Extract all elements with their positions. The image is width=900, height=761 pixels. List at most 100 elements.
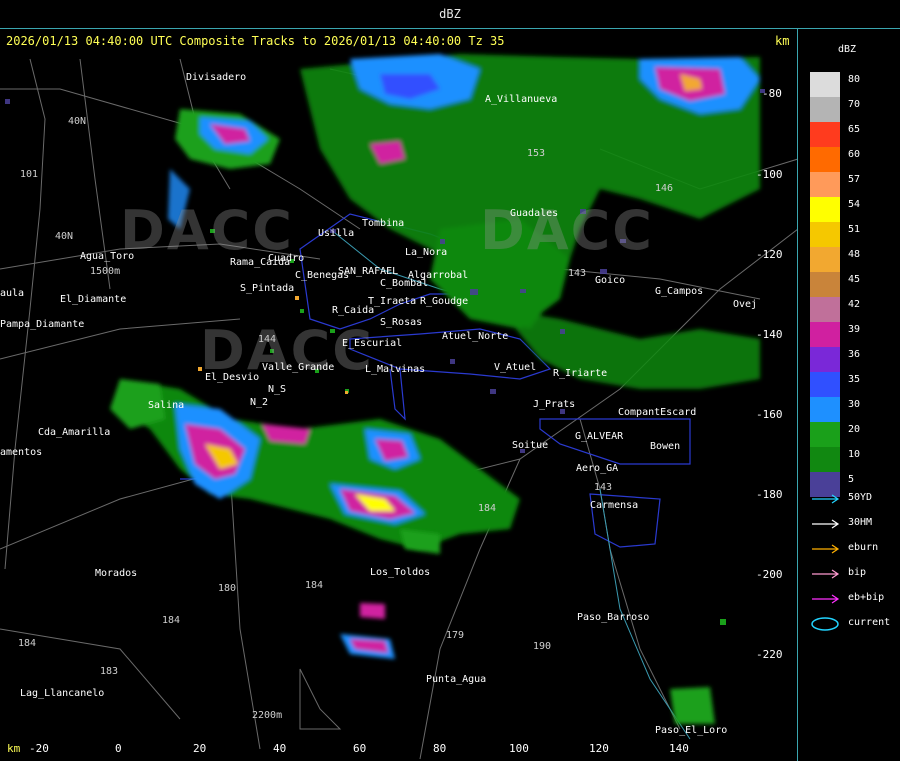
track-legend-label: eb+bip (848, 592, 885, 603)
x-tick: 120 (589, 742, 609, 755)
place-label: Divisadero (186, 72, 247, 83)
place-label: Salina (148, 400, 185, 411)
current-ellipse-icon (811, 617, 839, 631)
x-tick: 40 (273, 742, 287, 755)
place-label: Paso_Barroso (577, 612, 650, 623)
place-label: Paso_El_Loro (655, 725, 728, 736)
place-label: Carmensa (590, 500, 639, 511)
place-label: 146 (655, 183, 674, 194)
watermark-logo: DACC (480, 199, 654, 262)
track-legend-label: 30HM (848, 517, 873, 528)
place-label: Soitue (512, 440, 549, 451)
radar-map-canvas[interactable] (0, 29, 798, 761)
place-label: 101 (20, 169, 39, 180)
place-label: G_Campos (655, 286, 704, 297)
place-label: C_Bombal (380, 278, 429, 289)
place-label: 180 (218, 583, 237, 594)
map-title: 2026/01/13 04:40:00 UTC Composite Tracks… (6, 34, 505, 48)
place-label: aula (0, 288, 25, 299)
place-label: Pampa_Diamante (0, 319, 85, 330)
x-tick: 100 (509, 742, 529, 755)
legend-swatch (810, 422, 840, 447)
y-tick: -160 (756, 408, 783, 421)
place-label: N_2 (250, 397, 269, 408)
x-tick: 20 (193, 742, 207, 755)
legend-value-label: 36 (848, 349, 861, 360)
legend-swatch (810, 147, 840, 172)
y-tick: -80 (762, 87, 782, 100)
top-bar: dBZ (0, 0, 900, 29)
place-label: Ovej (733, 299, 758, 310)
legend-swatch (810, 172, 840, 197)
place-label: R_Goudge (420, 296, 469, 307)
legend-swatch (810, 322, 840, 347)
place-label: J_Prats (533, 399, 576, 410)
track-arrow-icon (812, 594, 840, 604)
y-tick: -120 (756, 248, 783, 261)
place-label: Atuel_Norte (442, 331, 509, 342)
legend-swatch (810, 72, 840, 97)
y-tick: -140 (756, 328, 783, 341)
place-label: 184 (18, 638, 37, 649)
legend-swatch (810, 197, 840, 222)
legend-value-label: 65 (848, 124, 861, 135)
radar-echoes (5, 54, 765, 724)
place-label: E_Escurial (342, 338, 403, 349)
place-label: G_ALVEAR (575, 431, 624, 442)
place-label: Valle_Grande (262, 362, 335, 373)
track-legend-label: 50YD (848, 492, 873, 503)
place-label: 144 (258, 334, 277, 345)
place-label: L_Malvinas (365, 364, 426, 375)
legend-value-label: 57 (848, 174, 861, 185)
track-arrow-icon (812, 569, 840, 579)
y-tick: -220 (756, 648, 783, 661)
track-arrow-icon (812, 494, 840, 504)
place-label: CompantEscard (618, 407, 697, 418)
legend-swatch (810, 397, 840, 422)
place-label: 184 (162, 615, 181, 626)
legend-value-label: 80 (848, 74, 861, 85)
track-legend-label: bip (848, 567, 867, 578)
place-label: S_Rosas (380, 317, 423, 328)
place-label: 2200m (252, 710, 283, 721)
km-unit-label: km (7, 742, 21, 755)
track-legend-item: 30HM (810, 516, 900, 532)
track-legend-label: current (848, 617, 891, 628)
place-label: amentos (0, 447, 43, 458)
place-label: SAN_RAFAEL (338, 266, 399, 277)
place-label: 184 (478, 503, 497, 514)
legend-panel: dBZ 80 70 65 60 57 54 51 48 45 42 39 36 35 30 20 10 5 50… (798, 29, 900, 761)
place-label: S_Pintada (240, 283, 295, 294)
place-label: 40N (55, 231, 74, 242)
legend-value-label: 45 (848, 274, 861, 285)
track-legend-item: bip (810, 566, 900, 582)
place-label: Tombina (362, 218, 405, 229)
place-label: 179 (446, 630, 465, 641)
track-arrow-icon (812, 519, 840, 529)
legend-value-label: 51 (848, 224, 861, 235)
place-label: 1500m (90, 266, 121, 277)
x-tick: 60 (353, 742, 367, 755)
place-label: Cuadro (268, 253, 305, 264)
legend-value-label: 39 (848, 324, 861, 335)
legend-swatch (810, 222, 840, 247)
track-legend-item: eb+bip (810, 591, 900, 607)
legend-swatch (810, 447, 840, 472)
place-label: 184 (305, 580, 324, 591)
place-label: 190 (533, 641, 552, 652)
place-label: Cda_Amarilla (38, 427, 111, 438)
x-tick: 0 (115, 742, 122, 755)
place-label: El_Desvio (205, 372, 260, 383)
legend-swatch (810, 347, 840, 372)
place-label: Punta_Agua (426, 674, 487, 685)
radar-map[interactable]: DACC DACC DACC 2026/01/13 04:40:00 UTC C… (0, 29, 798, 761)
y-tick: -180 (756, 488, 783, 501)
place-label: 153 (527, 148, 546, 159)
place-label: R_Iriarte (553, 368, 608, 379)
place-label: A_Villanueva (485, 94, 558, 105)
place-label: Agua_Toro (80, 251, 135, 262)
place-label: Bowen (650, 441, 681, 452)
place-label: Los_Toldos (370, 567, 431, 578)
y-tick: -100 (756, 168, 783, 181)
place-label: Guadales (510, 208, 559, 219)
